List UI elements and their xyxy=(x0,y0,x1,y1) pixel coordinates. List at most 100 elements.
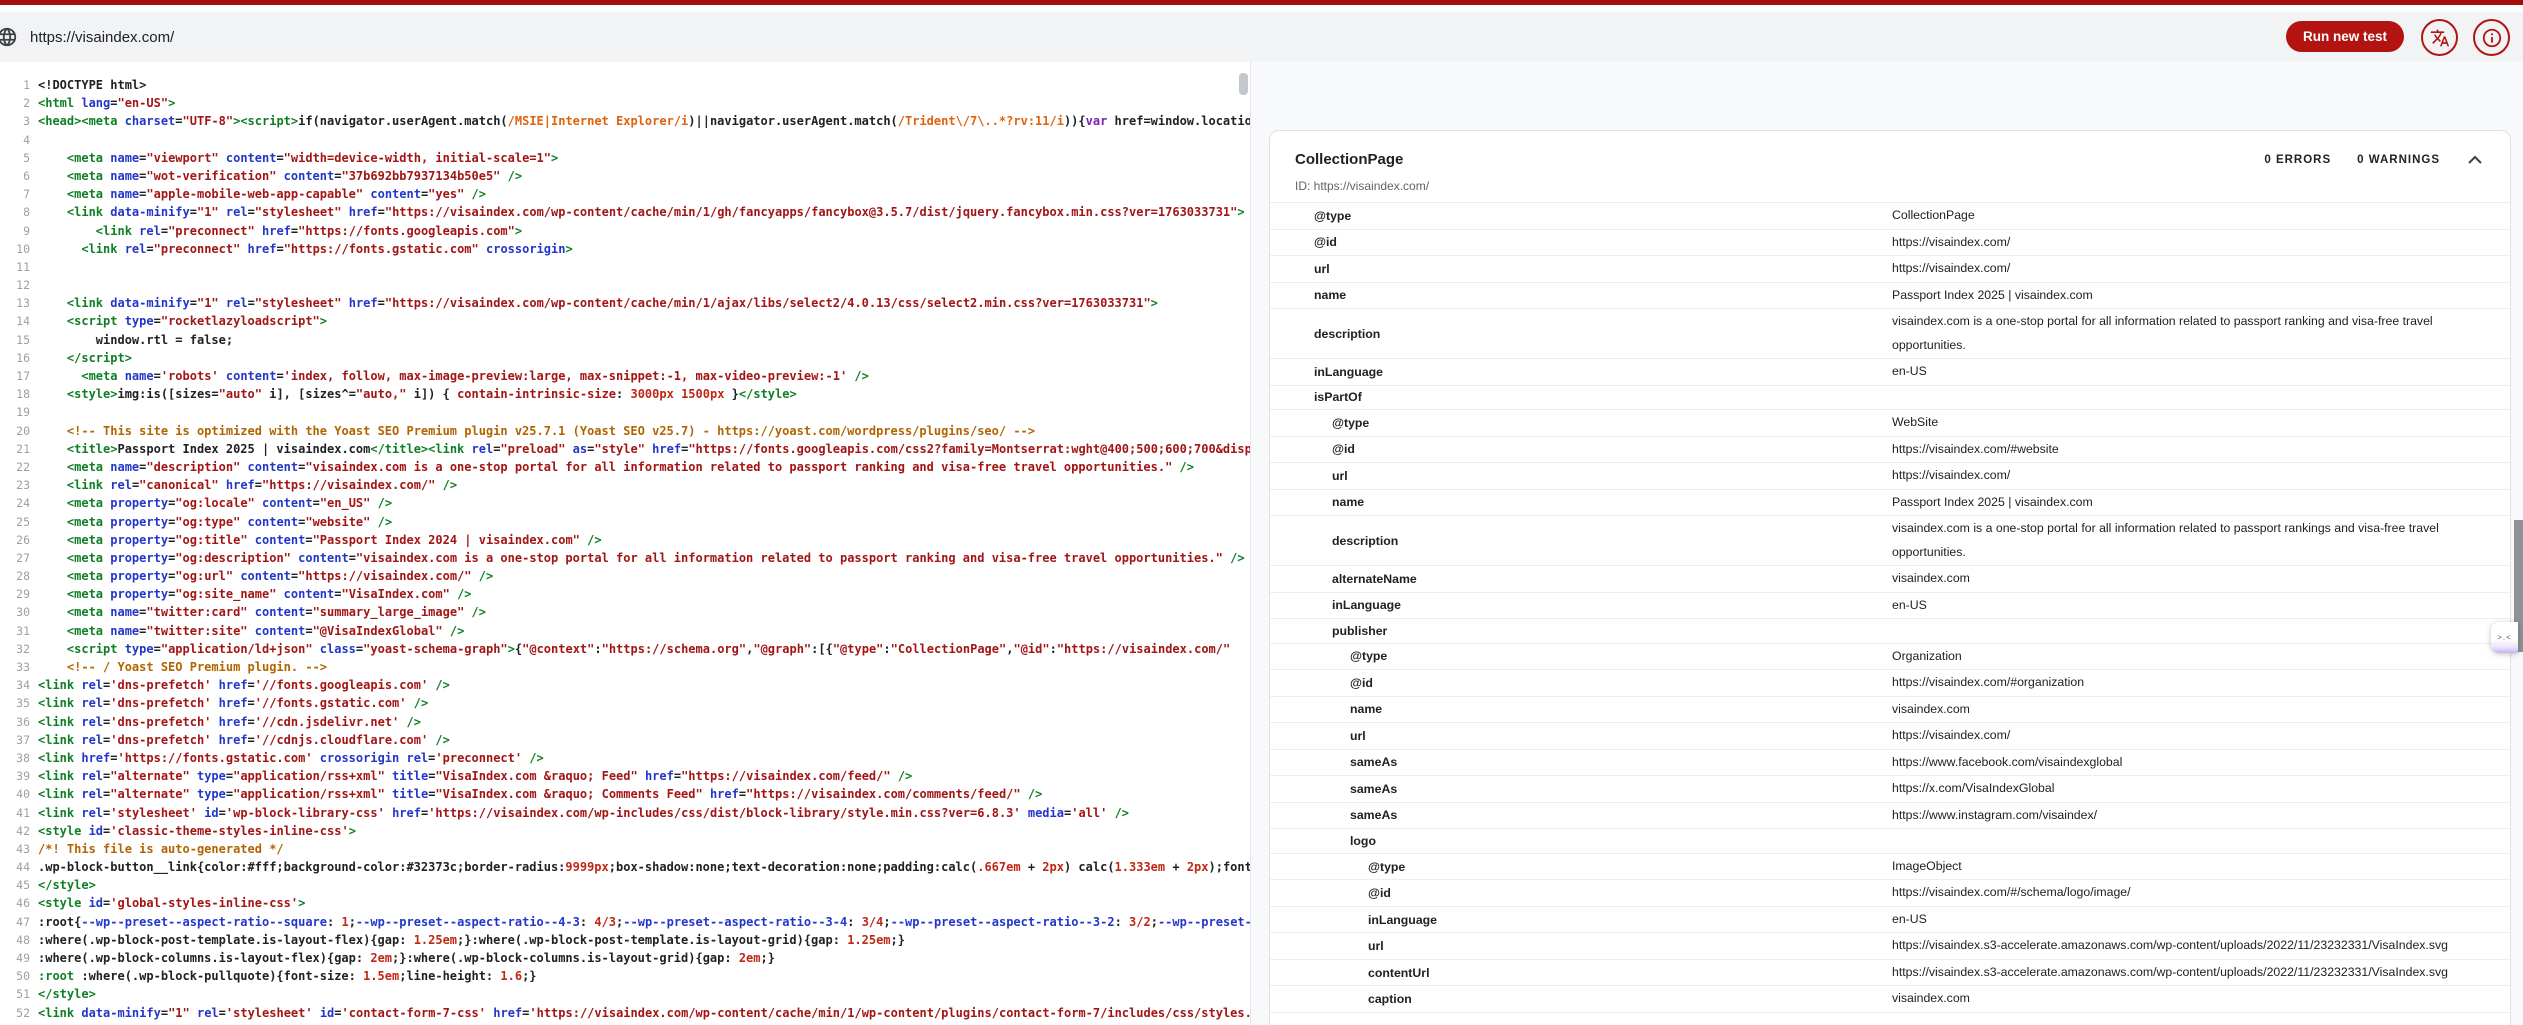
url-bar[interactable]: https://visaindex.com/ xyxy=(0,12,174,62)
code-text: <meta property="og:type" content="websit… xyxy=(38,515,392,529)
code-line: 23 <link rel="canonical" href="https://v… xyxy=(0,476,1250,494)
code-line: 9 <link rel="preconnect" href="https://f… xyxy=(0,222,1250,240)
code-text: </script> xyxy=(38,351,132,365)
schema-row[interactable]: descriptionvisaindex.com is a one-stop p… xyxy=(1270,309,2510,359)
schema-row[interactable]: urlhttps://visaindex.s3-accelerate.amazo… xyxy=(1270,933,2510,960)
schema-row[interactable]: captionvisaindex.com xyxy=(1270,986,2510,1013)
code-line: 39<link rel="alternate" type="applicatio… xyxy=(0,767,1250,785)
schema-row[interactable]: namePassport Index 2025 | visaindex.com xyxy=(1270,283,2510,310)
schema-row[interactable]: @typeWebSite xyxy=(1270,410,2510,437)
code-text: <!DOCTYPE html> xyxy=(38,78,146,92)
schema-key: @type xyxy=(1270,860,1892,874)
line-number: 30 xyxy=(0,603,30,621)
code-text: <html lang="en-US"> xyxy=(38,96,175,110)
code-text: :where(.wp-block-post-template.is-layout… xyxy=(38,933,905,947)
schema-row[interactable]: inLanguageen-US xyxy=(1270,359,2510,386)
schema-group-row[interactable]: logo xyxy=(1270,829,2510,854)
line-number: 18 xyxy=(0,385,30,403)
schema-row[interactable]: namePassport Index 2025 | visaindex.com xyxy=(1270,490,2510,517)
line-number: 3 xyxy=(0,112,30,130)
code-text: <!-- / Yoast SEO Premium plugin. --> xyxy=(38,660,327,674)
line-number: 47 xyxy=(0,913,30,931)
schema-key: inLanguage xyxy=(1270,913,1892,927)
schema-row[interactable]: alternateNamevisaindex.com xyxy=(1270,566,2510,593)
schema-row[interactable]: sameAshttps://www.instagram.com/visainde… xyxy=(1270,803,2510,830)
schema-row[interactable]: descriptionvisaindex.com is a one-stop p… xyxy=(1270,516,2510,566)
schema-value: https://visaindex.s3-accelerate.amazonaw… xyxy=(1892,960,2510,986)
code-line: 41<link rel='stylesheet' id='wp-block-li… xyxy=(0,804,1250,822)
code-line: 7 <meta name="apple-mobile-web-app-capab… xyxy=(0,185,1250,203)
code-line: 38<link href='https://fonts.gstatic.com'… xyxy=(0,749,1250,767)
schema-key: publisher xyxy=(1270,624,1892,638)
line-number: 19 xyxy=(0,403,30,421)
schema-value: ImageObject xyxy=(1892,854,2510,880)
schema-value: CollectionPage xyxy=(1892,203,2510,229)
line-number: 41 xyxy=(0,804,30,822)
code-line: 17 <meta name='robots' content='index, f… xyxy=(0,367,1250,385)
toolbar xyxy=(0,12,2523,62)
schema-row[interactable]: @idhttps://visaindex.com/#website xyxy=(1270,437,2510,464)
code-line: 22 <meta name="description" content="vis… xyxy=(0,458,1250,476)
line-number: 33 xyxy=(0,658,30,676)
code-text: <link rel='dns-prefetch' href='//fonts.g… xyxy=(38,678,450,692)
schema-row[interactable]: sameAshttps://x.com/VisaIndexGlobal xyxy=(1270,776,2510,803)
line-number: 52 xyxy=(0,1004,30,1022)
warning-count[interactable]: 0 WARNINGS xyxy=(2357,154,2440,166)
schema-value: https://www.facebook.com/visaindexglobal xyxy=(1892,750,2510,776)
schema-row[interactable]: sameAshttps://www.facebook.com/visaindex… xyxy=(1270,750,2510,777)
schema-key: url xyxy=(1270,469,1892,483)
schema-key: name xyxy=(1270,288,1892,302)
code-line: 20 <!-- This site is optimized with the … xyxy=(0,422,1250,440)
translate-icon xyxy=(2430,28,2450,48)
schema-key: name xyxy=(1270,702,1892,716)
schema-key: @type xyxy=(1270,209,1892,223)
code-line: 36<link rel='dns-prefetch' href='//cdn.j… xyxy=(0,713,1250,731)
schema-row[interactable]: @typeCollectionPage xyxy=(1270,203,2510,230)
code-text: <link rel="canonical" href="https://visa… xyxy=(38,478,457,492)
code-scrollbar[interactable] xyxy=(1239,73,1248,95)
schema-row[interactable]: @typeOrganization xyxy=(1270,644,2510,671)
code-line: 51</style> xyxy=(0,985,1250,1003)
code-panel[interactable]: 1<!DOCTYPE html>2<html lang="en-US">3<he… xyxy=(0,62,1250,1025)
line-number: 36 xyxy=(0,713,30,731)
language-toggle-button[interactable] xyxy=(2421,19,2458,56)
line-number: 37 xyxy=(0,731,30,749)
extension-overlay[interactable]: >.< xyxy=(2491,622,2518,653)
code-line: 33 <!-- / Yoast SEO Premium plugin. --> xyxy=(0,658,1250,676)
line-number: 11 xyxy=(0,258,30,276)
schema-row[interactable]: inLanguageen-US xyxy=(1270,593,2510,620)
schema-row[interactable]: urlhttps://visaindex.com/ xyxy=(1270,723,2510,750)
line-number: 42 xyxy=(0,822,30,840)
info-button[interactable] xyxy=(2473,19,2510,56)
schema-row[interactable]: @typeImageObject xyxy=(1270,854,2510,881)
schema-row[interactable]: @idhttps://visaindex.com/#organization xyxy=(1270,670,2510,697)
schema-row[interactable]: inLanguageen-US xyxy=(1270,907,2510,934)
code-text: <meta property="og:description" content=… xyxy=(38,551,1245,565)
line-number: 7 xyxy=(0,185,30,203)
code-line: 16 </script> xyxy=(0,349,1250,367)
code-line: 13 <link data-minify="1" rel="stylesheet… xyxy=(0,294,1250,312)
schema-group-row[interactable]: publisher xyxy=(1270,619,2510,644)
schema-key: @type xyxy=(1270,649,1892,663)
schema-row[interactable]: namevisaindex.com xyxy=(1270,697,2510,724)
app-window: https://visaindex.com/ Run new test 1<!D… xyxy=(0,0,2523,1025)
code-line: 4 xyxy=(0,131,1250,149)
schema-group-row[interactable]: isPartOf xyxy=(1270,386,2510,411)
schema-row[interactable]: @idhttps://visaindex.com/#/schema/logo/i… xyxy=(1270,880,2510,907)
schema-row[interactable]: urlhttps://visaindex.com/ xyxy=(1270,256,2510,283)
schema-row[interactable]: contentUrlhttps://visaindex.s3-accelerat… xyxy=(1270,960,2510,987)
schema-row[interactable]: urlhttps://visaindex.com/ xyxy=(1270,463,2510,490)
line-number: 12 xyxy=(0,276,30,294)
line-number: 49 xyxy=(0,949,30,967)
code-line: 12 xyxy=(0,276,1250,294)
line-number: 8 xyxy=(0,203,30,221)
run-new-test-button[interactable]: Run new test xyxy=(2286,21,2404,52)
code-text: .wp-block-button__link{color:#fff;backgr… xyxy=(38,860,1250,874)
error-count[interactable]: 0 ERRORS xyxy=(2264,154,2331,166)
tested-url: https://visaindex.com/ xyxy=(30,29,174,46)
line-number: 40 xyxy=(0,785,30,803)
schema-row[interactable]: @idhttps://visaindex.com/ xyxy=(1270,230,2510,257)
line-number: 5 xyxy=(0,149,30,167)
line-number: 6 xyxy=(0,167,30,185)
collapse-button[interactable] xyxy=(2466,153,2484,166)
